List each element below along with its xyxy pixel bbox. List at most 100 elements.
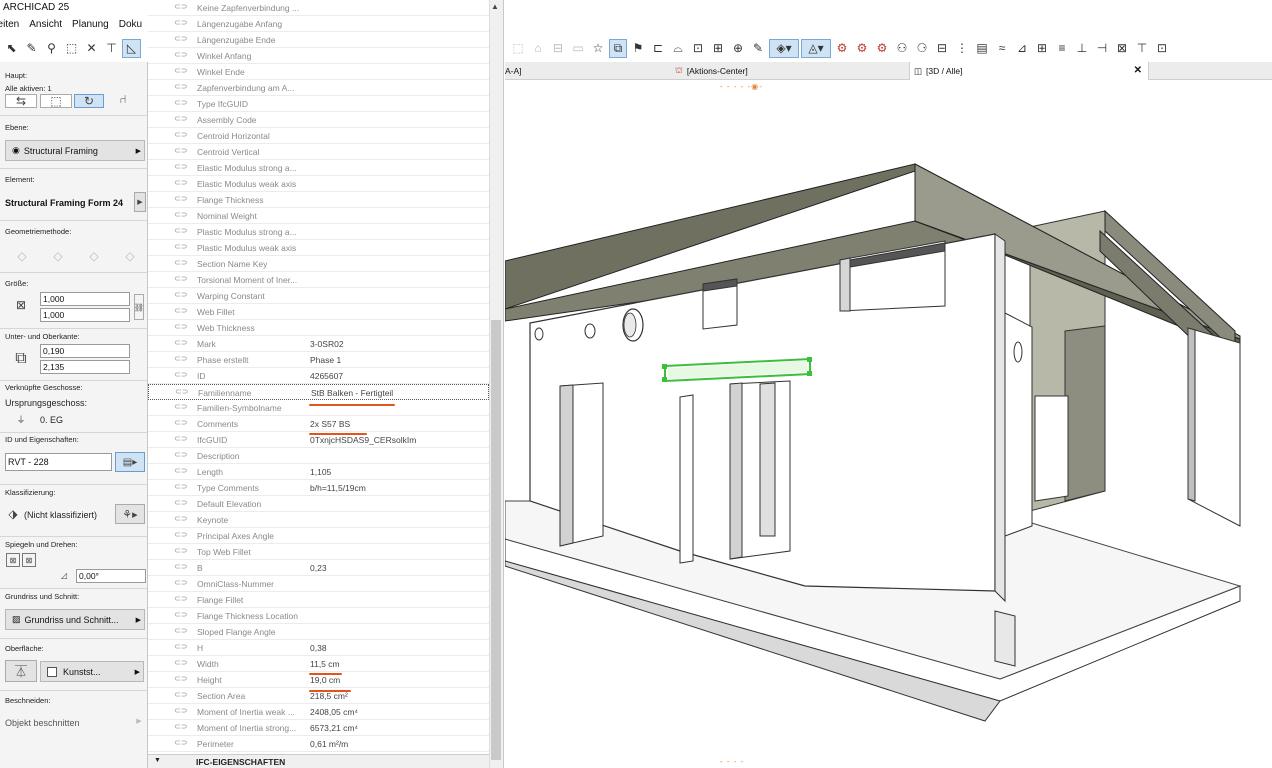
roof-tool-icon[interactable]: ⊿	[1013, 39, 1031, 58]
property-row[interactable]: ⊂⊃ Default Elevation	[148, 496, 489, 512]
property-row[interactable]: ⊂⊃ Zapfenverbindung am A...	[148, 80, 489, 96]
3d-viewport[interactable]: - - - - -◉- - - - -	[505, 81, 1272, 768]
property-row[interactable]: ⊂⊃ Comments 2x S57 BS	[148, 416, 489, 432]
property-row[interactable]: ⊂⊃ Familien-Symbolname	[148, 400, 489, 416]
flag-icon[interactable]: ⚑	[629, 39, 647, 58]
property-row[interactable]: ⊂⊃ Perimeter 0,61 m²/m	[148, 736, 489, 752]
wall-tool-icon[interactable]: ▤	[973, 39, 991, 58]
property-row[interactable]: ⊂⊃ Type IfcGUID	[148, 96, 489, 112]
mirror-alt-icon[interactable]: ⊠	[22, 553, 36, 567]
menu-ansicht[interactable]: Ansicht	[29, 19, 62, 33]
property-value[interactable]: 218,5 cm²	[310, 691, 348, 701]
property-row[interactable]: ⊂⊃ Winkel Anfang	[148, 48, 489, 64]
bottom-elevation-field[interactable]: 0,190	[40, 344, 130, 358]
element-id-field[interactable]: RVT - 228	[5, 453, 112, 471]
property-value[interactable]: Phase 1	[310, 355, 341, 365]
property-row[interactable]: ⊂⊃ Elastic Modulus strong a...	[148, 160, 489, 176]
property-row[interactable]: ⊂⊃ Phase erstellt Phase 1	[148, 352, 489, 368]
report-icon[interactable]: ⋮	[953, 39, 971, 58]
home-story-value[interactable]: 0. EG	[40, 415, 63, 425]
door-tool-icon[interactable]: ⊤	[1133, 39, 1151, 58]
stair-tool-icon[interactable]: ⊞	[1033, 39, 1051, 58]
property-row[interactable]: ⊂⊃ Width 11,5 cm	[148, 656, 489, 672]
property-row[interactable]: ⊂⊃ Längenzugabe Anfang	[148, 16, 489, 32]
hierarchy-icon[interactable]: ⚇	[893, 39, 911, 58]
scrollbar-thumb[interactable]	[491, 320, 501, 760]
angle-tool-icon[interactable]: ◺	[122, 38, 141, 58]
property-row[interactable]: ⊂⊃ Assembly Code	[148, 112, 489, 128]
curtain-wall-icon[interactable]: ⊡	[1153, 39, 1171, 58]
property-value[interactable]: 0,23	[310, 563, 327, 573]
property-row[interactable]: ⊂⊃ Principal Axes Angle	[148, 528, 489, 544]
lock-ratio-icon[interactable]: ⛓	[134, 294, 144, 320]
column-tool-icon[interactable]: ⊥	[1073, 39, 1091, 58]
group-icon[interactable]: ⚆	[913, 39, 931, 58]
detail-icon[interactable]: ⊡	[689, 39, 707, 58]
property-row[interactable]: ⊂⊃ Längenzugabe Ende	[148, 32, 489, 48]
size-width-field[interactable]: 1,000	[40, 292, 130, 306]
roof-icon[interactable]: ⌓	[669, 39, 687, 58]
property-row[interactable]: ⊂⊃ Winkel Ende	[148, 64, 489, 80]
property-row[interactable]: ⊂⊃ Flange Fillet	[148, 592, 489, 608]
property-row[interactable]: ⊂⊃ Description	[148, 448, 489, 464]
property-row[interactable]: ⊂⊃ Keynote	[148, 512, 489, 528]
property-value[interactable]: StB Balken - Fertigteil	[311, 388, 393, 398]
property-row[interactable]: ⊂⊃ Centroid Horizontal	[148, 128, 489, 144]
favorite-star-icon[interactable]: ☆	[589, 39, 607, 58]
pencil-icon[interactable]: ✎	[749, 39, 767, 58]
size-depth-field[interactable]: 1,000	[40, 308, 130, 322]
rotate-mode-icon[interactable]: ↻	[74, 94, 104, 108]
surface-material-button[interactable]: Kunstst... ▶	[40, 661, 144, 682]
property-row[interactable]: ⊂⊃ B 0,23	[148, 560, 489, 576]
classification-tree-button[interactable]: ⚘▸	[115, 504, 145, 524]
property-row[interactable]: ⊂⊃ Plastic Modulus weak axis	[148, 240, 489, 256]
shading-mode-icon[interactable]: ◬▾	[801, 38, 831, 58]
scroll-up-icon[interactable]: ▲	[491, 2, 499, 11]
property-row[interactable]: ⊂⊃ Section Name Key	[148, 256, 489, 272]
publish-icon[interactable]: ⊟	[933, 39, 951, 58]
property-row[interactable]: ⊂⊃ Moment of Inertia weak ... 2408,05 cm⁴	[148, 704, 489, 720]
property-value[interactable]: 3-0SR02	[310, 339, 344, 349]
menu-planung[interactable]: Planung	[72, 19, 109, 33]
close-tab-icon[interactable]: ✕	[1134, 65, 1142, 76]
property-value[interactable]: 0TxnjcHSDAS9_CERsolkIm	[310, 435, 416, 445]
chair-icon[interactable]: ⑁	[112, 88, 134, 110]
property-row[interactable]: ⊂⊃ Moment of Inertia strong... 6573,21 cm⁴	[148, 720, 489, 736]
property-row[interactable]: ⊂⊃ Top Web Fillet	[148, 544, 489, 560]
property-row[interactable]: ⊂⊃ Elastic Modulus weak axis	[148, 176, 489, 192]
property-value[interactable]: 2408,05 cm⁴	[310, 707, 358, 717]
floor-plan-section-button[interactable]: ▨ Grundriss und Schnitt... ▶	[5, 609, 145, 630]
teamwork-reserve-icon[interactable]: ⚙	[833, 39, 851, 58]
property-value[interactable]: 11,5 cm	[310, 659, 340, 669]
surface-override-icon[interactable]: ⏄	[5, 660, 37, 682]
property-row[interactable]: ⊂⊃ Mark 3-0SR02	[148, 336, 489, 352]
property-row[interactable]: ⊂⊃ Flange Thickness	[148, 192, 489, 208]
property-value[interactable]: 0,61 m²/m	[310, 739, 348, 749]
pointer-icon[interactable]: ⬉	[2, 39, 21, 58]
render-mode-icon[interactable]: ◈▾	[769, 38, 799, 58]
mirror-icon[interactable]: ⊠	[6, 553, 20, 567]
element-settings-button[interactable]: ▶	[134, 192, 146, 212]
guide-icon[interactable]: ⊤	[102, 39, 121, 58]
syringe-icon[interactable]: ⚲	[42, 39, 61, 58]
menu-bearbeiten[interactable]: beiten	[0, 19, 19, 33]
property-row[interactable]: ⊂⊃ Familienname StB Balken - Fertigteil	[148, 384, 489, 400]
property-value[interactable]: 2x S57 BS	[310, 419, 350, 429]
property-row[interactable]: ⊂⊃ Plastic Modulus strong a...	[148, 224, 489, 240]
property-row[interactable]: ⊂⊃ H 0,38	[148, 640, 489, 656]
slab-tool-icon[interactable]: ≈	[993, 39, 1011, 58]
property-row[interactable]: ⊂⊃ Flange Thickness Location	[148, 608, 489, 624]
tab-3d-all[interactable]: ◫ [3D / Alle] ✕	[909, 62, 1149, 80]
classification-value[interactable]: (Nicht klassifiziert)	[24, 510, 97, 520]
selection-mode-icon[interactable]: ⇆	[5, 94, 37, 108]
property-value[interactable]: 1,105	[310, 467, 331, 477]
transform-icon[interactable]: ⬚	[62, 39, 81, 58]
property-row[interactable]: ⊂⊃ OmniClass-Nummer	[148, 576, 489, 592]
zone-icon[interactable]: ⊕	[729, 39, 747, 58]
property-row[interactable]: ⊂⊃ Web Fillet	[148, 304, 489, 320]
beam-tool-icon[interactable]: ⊣	[1093, 39, 1111, 58]
property-row[interactable]: ⊂⊃ Centroid Vertical	[148, 144, 489, 160]
property-row[interactable]: ⊂⊃ ID 4265607	[148, 368, 489, 384]
layers-icon[interactable]: ⧉	[609, 38, 627, 58]
property-value[interactable]: b/h=11,5/19cm	[310, 483, 366, 493]
